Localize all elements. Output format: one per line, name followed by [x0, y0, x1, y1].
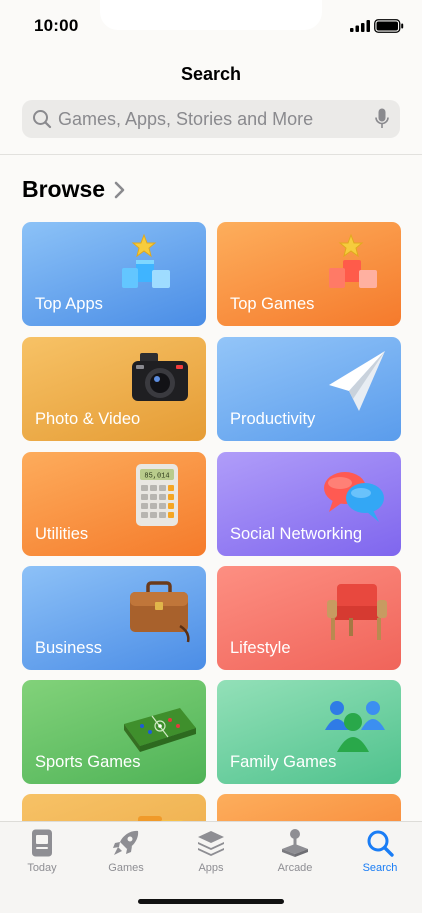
- tab-label: Arcade: [277, 862, 313, 874]
- tab-search[interactable]: Search: [338, 828, 422, 874]
- app-store-search-screen: 10:00 Search Browse: [0, 0, 422, 913]
- tab-label: Apps: [198, 862, 224, 874]
- game-pieces-icon: [325, 701, 385, 752]
- armchair-icon: [327, 584, 387, 640]
- notch: [100, 0, 322, 30]
- chat-bubbles-icon: [324, 472, 384, 522]
- category-label: Business: [35, 639, 102, 657]
- category-label: Productivity: [230, 410, 316, 428]
- category-label: Sports Games: [35, 753, 141, 771]
- category-tile-top-games[interactable]: Top Games: [217, 222, 401, 326]
- camera-icon: [132, 353, 188, 401]
- tab-games[interactable]: Games: [84, 828, 168, 874]
- layers-icon: [198, 831, 224, 856]
- category-tile-photo-video[interactable]: Photo & Video: [22, 337, 206, 441]
- page-title: Search: [180, 64, 242, 84]
- chevron-right-icon: [114, 181, 125, 198]
- signal-icon: [350, 20, 370, 32]
- search-bar[interactable]: [22, 100, 400, 138]
- home-indicator: [138, 899, 284, 904]
- category-label: Social Networking: [230, 525, 363, 543]
- briefcase-icon: [130, 581, 190, 643]
- category-label: Top Apps: [35, 295, 103, 313]
- status-bar: 10:00: [0, 0, 422, 52]
- today-icon: [32, 829, 52, 857]
- search-icon: [33, 110, 52, 129]
- tab-label: Today: [27, 862, 57, 874]
- joystick-icon: [282, 829, 308, 857]
- tab-bar: Today Games Apps Arcade Search: [0, 821, 422, 913]
- category-tile-lifestyle[interactable]: Lifestyle: [217, 566, 401, 670]
- browse-title: Browse: [22, 176, 106, 202]
- category-tile-sports-games[interactable]: Sports Games: [22, 680, 206, 784]
- paper-plane-icon: [329, 351, 385, 411]
- rocket-icon: [113, 830, 139, 855]
- category-tile-productivity[interactable]: Productivity: [217, 337, 401, 441]
- category-label: Top Games: [230, 295, 315, 313]
- tab-today[interactable]: Today: [0, 828, 84, 874]
- svg-text:85,014: 85,014: [144, 473, 169, 481]
- tab-label: Games: [108, 862, 144, 874]
- podium-star-icon: [329, 233, 377, 288]
- battery-icon: [374, 19, 404, 33]
- category-tile-top-apps[interactable]: Top Apps: [22, 222, 206, 326]
- category-tile-business[interactable]: Business: [22, 566, 206, 670]
- category-tile-utilities[interactable]: 85,014 Utilities: [22, 452, 206, 556]
- category-tile-family-games[interactable]: Family Games: [217, 680, 401, 784]
- category-tile-social-networking[interactable]: Social Networking: [217, 452, 401, 556]
- tab-label: Search: [362, 862, 398, 874]
- category-label: Utilities: [35, 525, 89, 543]
- microphone-icon[interactable]: [374, 108, 390, 130]
- category-label: Photo & Video: [35, 410, 141, 428]
- status-time: 10:00: [34, 16, 79, 35]
- tab-apps[interactable]: Apps: [169, 828, 253, 874]
- calculator-icon: 85,014: [136, 464, 178, 526]
- search-input[interactable]: [58, 108, 374, 130]
- category-label: Family Games: [230, 753, 337, 771]
- tab-arcade[interactable]: Arcade: [253, 828, 337, 874]
- browse-header[interactable]: Browse: [22, 176, 126, 203]
- search-icon: [367, 830, 394, 857]
- category-label: Lifestyle: [230, 639, 291, 657]
- podium-star-icon: [122, 233, 170, 288]
- football-table-icon: [124, 708, 196, 752]
- header-divider: [0, 154, 422, 155]
